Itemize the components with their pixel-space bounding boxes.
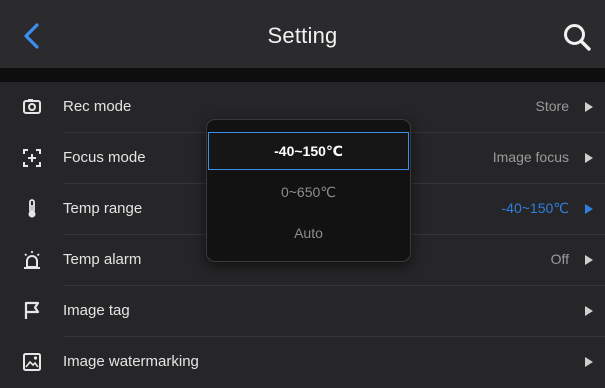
search-icon[interactable] bbox=[562, 22, 592, 52]
chevron-right-icon bbox=[585, 102, 593, 112]
setting-label: Image watermarking bbox=[63, 353, 199, 370]
setting-value: Off bbox=[550, 251, 569, 267]
dropdown-option-selected[interactable]: -40~150℃ bbox=[208, 132, 409, 170]
setting-value: Image focus bbox=[492, 149, 569, 165]
dropdown-option[interactable]: 0~650℃ bbox=[207, 173, 410, 211]
setting-label: Focus mode bbox=[63, 149, 146, 166]
alarm-icon bbox=[24, 251, 40, 269]
setting-label: Temp alarm bbox=[63, 251, 142, 268]
chevron-right-icon bbox=[585, 153, 593, 163]
flag-icon bbox=[24, 301, 40, 319]
setting-value: Store bbox=[535, 98, 569, 114]
dropdown-option[interactable]: Auto bbox=[207, 214, 410, 252]
chevron-right-icon bbox=[585, 255, 593, 265]
setting-label: Rec mode bbox=[63, 98, 132, 115]
temp-range-dropdown: -40~150℃ 0~650℃ Auto bbox=[206, 119, 411, 262]
focus-crosshair-icon bbox=[23, 149, 41, 167]
chevron-right-icon bbox=[585, 357, 593, 367]
setting-label: Image tag bbox=[63, 302, 130, 319]
top-app-bar: Setting bbox=[0, 0, 605, 68]
setting-row-image-tag[interactable]: Image tag bbox=[0, 286, 605, 337]
page-title: Setting bbox=[267, 23, 338, 48]
setting-label: Temp range bbox=[63, 200, 143, 217]
setting-row-image-watermarking[interactable]: Image watermarking bbox=[0, 337, 605, 388]
watermark-icon bbox=[23, 353, 41, 371]
setting-value: -40~150℃ bbox=[501, 200, 570, 216]
header-divider bbox=[0, 68, 605, 82]
chevron-right-icon bbox=[585, 204, 593, 214]
camera-icon bbox=[23, 99, 41, 114]
thermometer-icon bbox=[28, 199, 36, 218]
chevron-right-icon bbox=[585, 306, 593, 316]
